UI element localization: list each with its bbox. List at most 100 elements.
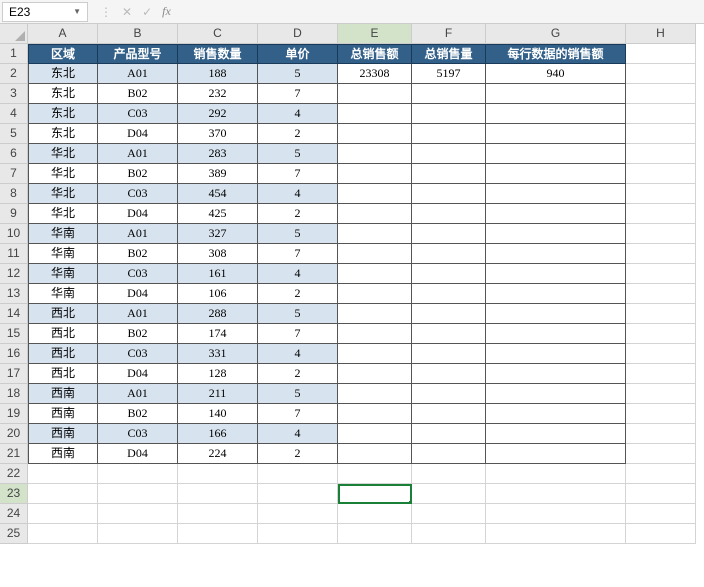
cell[interactable] — [338, 404, 412, 424]
cell[interactable]: C03 — [98, 344, 178, 364]
cell[interactable]: 370 — [178, 124, 258, 144]
cell[interactable] — [626, 324, 696, 344]
cell[interactable] — [338, 524, 412, 544]
row-header[interactable]: 21 — [0, 444, 28, 464]
cell[interactable] — [626, 444, 696, 464]
cell[interactable] — [338, 244, 412, 264]
fx-icon[interactable]: fx — [162, 4, 171, 19]
cell[interactable]: A01 — [98, 64, 178, 84]
cell[interactable]: 5 — [258, 384, 338, 404]
row-header[interactable]: 8 — [0, 184, 28, 204]
cell[interactable] — [338, 364, 412, 384]
cell[interactable] — [486, 384, 626, 404]
cell[interactable] — [338, 124, 412, 144]
row-header[interactable]: 6 — [0, 144, 28, 164]
spreadsheet-grid[interactable]: ABCDEFGH 1区域产品型号销售数量单价总销售额总销售量每行数据的销售额2东… — [0, 24, 704, 544]
cell[interactable]: 5 — [258, 304, 338, 324]
cancel-icon[interactable]: ✕ — [122, 5, 132, 19]
row-header[interactable]: 2 — [0, 64, 28, 84]
cell[interactable] — [626, 264, 696, 284]
cell[interactable]: C03 — [98, 264, 178, 284]
cell[interactable] — [412, 504, 486, 524]
cell[interactable] — [412, 424, 486, 444]
cell[interactable] — [338, 264, 412, 284]
cell[interactable] — [412, 344, 486, 364]
cell[interactable]: A01 — [98, 304, 178, 324]
row-header[interactable]: 25 — [0, 524, 28, 544]
cell[interactable] — [626, 484, 696, 504]
cell[interactable]: 2 — [258, 124, 338, 144]
cell[interactable]: 331 — [178, 344, 258, 364]
cell[interactable] — [626, 84, 696, 104]
cell[interactable] — [486, 324, 626, 344]
cell[interactable]: D04 — [98, 444, 178, 464]
cell[interactable]: 7 — [258, 324, 338, 344]
cell[interactable]: 西南 — [28, 444, 98, 464]
cell[interactable]: A01 — [98, 144, 178, 164]
cell[interactable] — [412, 404, 486, 424]
cell[interactable]: 106 — [178, 284, 258, 304]
cell[interactable] — [486, 284, 626, 304]
cell[interactable] — [412, 124, 486, 144]
cell[interactable]: 4 — [258, 184, 338, 204]
cell[interactable]: 4 — [258, 264, 338, 284]
cell[interactable] — [412, 184, 486, 204]
cell[interactable] — [98, 524, 178, 544]
cell[interactable]: 华南 — [28, 224, 98, 244]
cell[interactable] — [486, 104, 626, 124]
cell[interactable]: 东北 — [28, 64, 98, 84]
name-box[interactable]: E23 ▼ — [2, 2, 88, 22]
cell[interactable]: 总销售额 — [338, 44, 412, 64]
cell[interactable]: 7 — [258, 164, 338, 184]
cell[interactable] — [338, 504, 412, 524]
cell[interactable] — [412, 444, 486, 464]
cell[interactable]: 5197 — [412, 64, 486, 84]
cell[interactable] — [486, 444, 626, 464]
cell[interactable] — [258, 464, 338, 484]
cell[interactable] — [178, 464, 258, 484]
cell[interactable]: C03 — [98, 104, 178, 124]
cell[interactable]: 425 — [178, 204, 258, 224]
cell[interactable] — [486, 344, 626, 364]
cell[interactable] — [338, 424, 412, 444]
cell[interactable]: 华北 — [28, 164, 98, 184]
cell[interactable]: 5 — [258, 64, 338, 84]
cell[interactable] — [178, 504, 258, 524]
cell[interactable] — [338, 304, 412, 324]
cell[interactable]: 940 — [486, 64, 626, 84]
cell[interactable]: 每行数据的销售额 — [486, 44, 626, 64]
row-header[interactable]: 15 — [0, 324, 28, 344]
cell[interactable] — [626, 104, 696, 124]
cell[interactable]: D04 — [98, 364, 178, 384]
cell[interactable]: 西南 — [28, 424, 98, 444]
cell[interactable] — [486, 424, 626, 444]
cell[interactable] — [338, 164, 412, 184]
cell[interactable] — [412, 524, 486, 544]
cell[interactable]: B02 — [98, 324, 178, 344]
cell[interactable] — [486, 364, 626, 384]
row-header[interactable]: 11 — [0, 244, 28, 264]
cell[interactable] — [178, 484, 258, 504]
cell[interactable]: 161 — [178, 264, 258, 284]
select-all-corner[interactable] — [0, 24, 28, 44]
cell[interactable] — [626, 144, 696, 164]
cell[interactable] — [626, 344, 696, 364]
cell[interactable] — [412, 304, 486, 324]
cell[interactable] — [626, 44, 696, 64]
row-header[interactable]: 3 — [0, 84, 28, 104]
column-header-H[interactable]: H — [626, 24, 696, 44]
cell[interactable]: 308 — [178, 244, 258, 264]
cell[interactable]: 23308 — [338, 64, 412, 84]
cell[interactable] — [626, 464, 696, 484]
cell[interactable] — [412, 484, 486, 504]
cell[interactable] — [258, 484, 338, 504]
cell[interactable] — [98, 464, 178, 484]
column-header-E[interactable]: E — [338, 24, 412, 44]
row-header[interactable]: 22 — [0, 464, 28, 484]
confirm-icon[interactable]: ✓ — [142, 5, 152, 19]
row-header[interactable]: 20 — [0, 424, 28, 444]
cell[interactable]: 292 — [178, 104, 258, 124]
cell[interactable] — [486, 404, 626, 424]
cell[interactable]: 7 — [258, 84, 338, 104]
cell[interactable] — [338, 284, 412, 304]
